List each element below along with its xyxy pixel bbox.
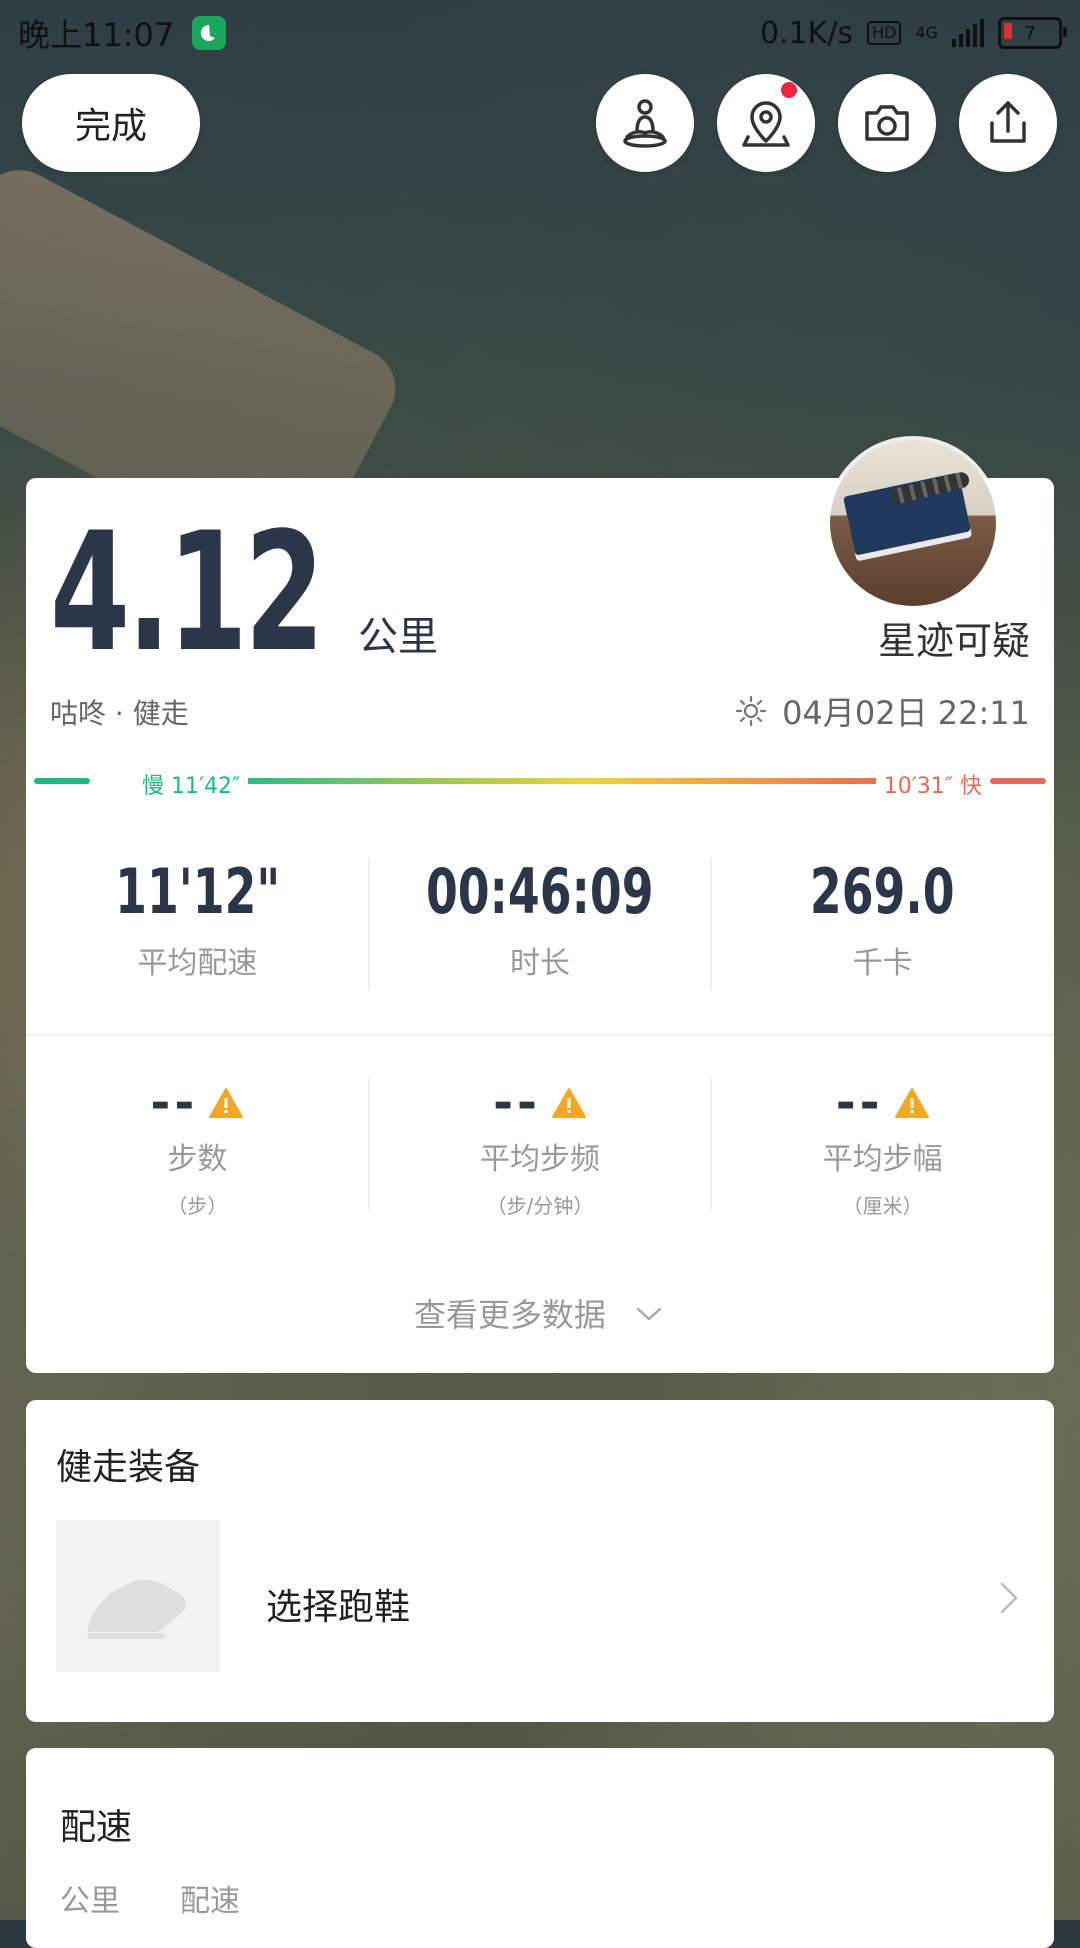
warning-icon	[894, 1088, 929, 1118]
select-shoes-button[interactable]: 选择跑鞋	[266, 1578, 410, 1630]
stat-label: 平均配速	[137, 946, 258, 981]
pace-fast-label: 10′31″ 快	[875, 768, 990, 800]
status-bar: 晚上11:07 0.1K/s HD 4G 7	[0, 0, 1080, 66]
equipment-title: 健走装备	[56, 1447, 201, 1488]
battery-icon: 7	[998, 17, 1067, 49]
avatar[interactable]	[830, 440, 996, 606]
stat-value: --	[493, 1075, 541, 1131]
shoe-thumbnail[interactable]	[56, 1520, 220, 1672]
share-icon	[990, 101, 1026, 143]
pace-card: 配速 公里 配速	[26, 1748, 1054, 1948]
chevron-down-icon	[636, 1307, 662, 1321]
hd-icon: HD	[867, 21, 902, 45]
chevron-right-icon[interactable]	[998, 1578, 1020, 1618]
camera-button[interactable]	[838, 74, 936, 172]
pace-table-header: 公里 配速	[60, 1876, 240, 1920]
stat-value: --	[150, 1075, 199, 1131]
map-pin-icon	[742, 101, 790, 147]
shoe-icon	[87, 1579, 186, 1639]
sun-icon	[736, 695, 767, 727]
stat-calories: 269.0 千卡	[711, 852, 1054, 982]
stat-value: 11'12"	[114, 855, 280, 928]
route-map-button[interactable]	[717, 74, 815, 172]
pace-slow-label: 慢 11′42″	[134, 768, 249, 800]
workout-datetime: 04月02日 22:11	[734, 688, 1030, 734]
divider	[368, 1078, 370, 1210]
meditation-icon	[623, 99, 667, 148]
stat-label: 步数	[167, 1142, 228, 1177]
view-more-label: 查看更多数据	[413, 1296, 606, 1334]
user-nickname: 星迹可疑	[877, 619, 1030, 663]
distance-unit: 公里	[358, 614, 439, 660]
network-type: 4G	[915, 23, 938, 42]
share-button[interactable]	[959, 74, 1057, 172]
divider	[710, 858, 712, 990]
stat-value: --	[835, 1075, 884, 1131]
stat-label: 平均步幅	[822, 1142, 943, 1177]
stat-label: 时长	[510, 946, 570, 981]
warning-icon	[209, 1088, 244, 1118]
status-time: 晚上11:07	[18, 16, 175, 54]
divider	[368, 858, 370, 990]
view-more-data-button[interactable]: 查看更多数据	[26, 1290, 1054, 1336]
distance-display: 4.12 公里	[50, 497, 439, 688]
warning-icon	[551, 1088, 586, 1118]
battery-level: 7	[1024, 22, 1036, 44]
stat-avg-pace: 11'12" 平均配速	[26, 852, 369, 982]
stat-unit: （步/分钟）	[486, 1194, 594, 1218]
main-stats: 11'12" 平均配速 00:46:09 时长 269.0 千卡	[26, 852, 1054, 990]
activity-type: 咕咚 · 健走	[50, 697, 189, 730]
done-button[interactable]: 完成	[22, 74, 200, 172]
signal-icon	[952, 19, 984, 47]
notification-dot	[781, 82, 797, 98]
camera-icon	[865, 105, 909, 141]
distance-value: 4.12	[50, 497, 325, 688]
divider	[710, 1078, 712, 1210]
secondary-stats: -- 步数 （步） -- 平均步频 （步/分钟） -- 平均步幅 （厘米）	[26, 1078, 1054, 1219]
app-notification-icon	[192, 16, 227, 50]
net-speed: 0.1K/s	[759, 15, 854, 51]
column-pace: 配速	[180, 1884, 240, 1919]
stat-unit: （步）	[167, 1194, 228, 1218]
equipment-card: 健走装备 选择跑鞋	[26, 1400, 1054, 1722]
pace-range-bar: 慢 11′42″ 10′31″ 快	[34, 768, 1046, 800]
divider	[26, 1034, 1054, 1036]
stat-label: 平均步频	[480, 1142, 600, 1177]
stat-value: 00:46:09	[426, 855, 654, 928]
stat-stride[interactable]: -- 平均步幅 （厘米）	[711, 1078, 1054, 1219]
stat-cadence[interactable]: -- 平均步频 （步/分钟）	[369, 1078, 712, 1219]
column-km: 公里	[60, 1884, 120, 1919]
meditation-button[interactable]	[596, 74, 694, 172]
datetime-text: 04月02日 22:11	[782, 694, 1030, 732]
stat-unit: （厘米）	[842, 1194, 923, 1218]
stat-steps[interactable]: -- 步数 （步）	[26, 1078, 369, 1219]
stat-label: 千卡	[852, 946, 913, 981]
pace-title: 配速	[60, 1807, 133, 1848]
stat-value: 269.0	[810, 855, 956, 928]
stat-duration: 00:46:09 时长	[369, 852, 712, 982]
